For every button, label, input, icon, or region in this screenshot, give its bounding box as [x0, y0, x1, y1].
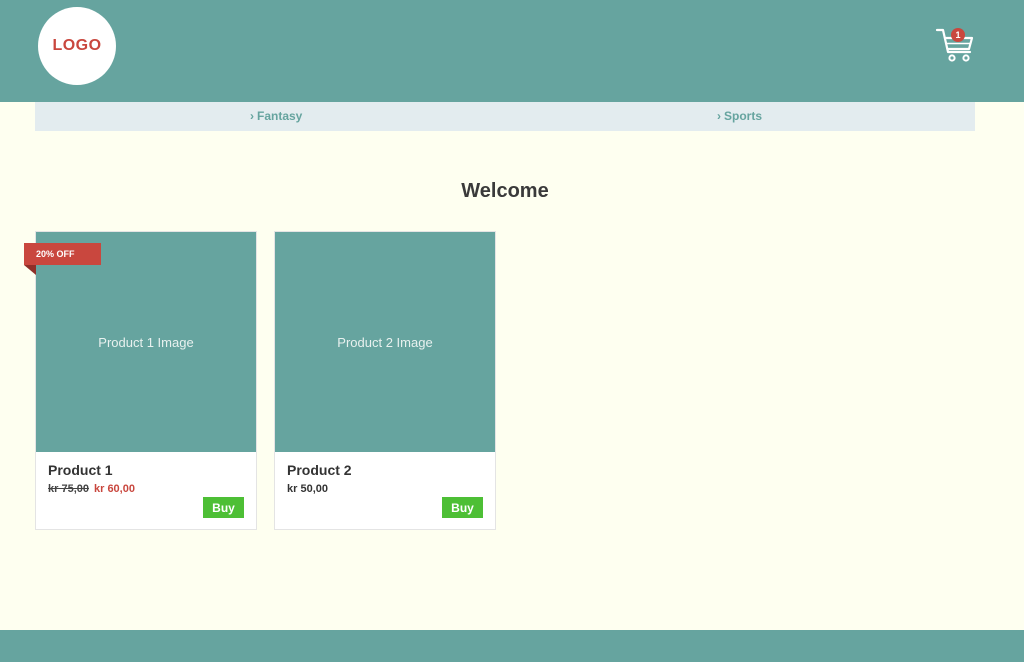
- chevron-right-icon: ›: [717, 109, 721, 123]
- logo[interactable]: LOGO: [38, 7, 116, 85]
- product-card: Product 2 Image Product 2 kr 50,00 Buy: [274, 231, 496, 530]
- product-image-placeholder: Product 2 Image: [337, 334, 433, 350]
- product-image[interactable]: Product 1 Image: [36, 232, 256, 452]
- product-name[interactable]: Product 1: [48, 462, 113, 478]
- product-image-placeholder: Product 1 Image: [98, 334, 194, 350]
- category-nav: › Fantasy › Sports: [35, 102, 975, 131]
- buy-button[interactable]: Buy: [442, 497, 483, 518]
- site-footer: [0, 630, 1024, 662]
- old-price: kr 75,00: [48, 483, 89, 495]
- nav-item-sports[interactable]: › Sports: [717, 102, 762, 131]
- nav-item-label: Sports: [724, 109, 763, 123]
- product-price: kr 75,00 kr 60,00: [48, 483, 135, 495]
- product-image[interactable]: Product 2 Image: [275, 232, 495, 452]
- product-card: Product 1 Image 20% OFF Product 1 kr 75,…: [24, 231, 257, 530]
- site-header: LOGO 1: [0, 0, 1024, 102]
- sale-price: kr 60,00: [93, 483, 135, 495]
- buy-button[interactable]: Buy: [203, 497, 244, 518]
- product-price: kr 50,00: [287, 483, 328, 495]
- nav-item-fantasy[interactable]: › Fantasy: [250, 102, 302, 131]
- chevron-right-icon: ›: [250, 109, 254, 123]
- product-name[interactable]: Product 2: [287, 462, 352, 478]
- price: kr 50,00: [287, 483, 328, 495]
- discount-badge: 20% OFF: [24, 243, 101, 265]
- ribbon-fold: [24, 265, 36, 275]
- cart-count-badge: 1: [951, 28, 965, 42]
- nav-item-label: Fantasy: [257, 109, 303, 123]
- cart-button[interactable]: 1: [934, 24, 976, 66]
- page-title: Welcome: [461, 180, 549, 202]
